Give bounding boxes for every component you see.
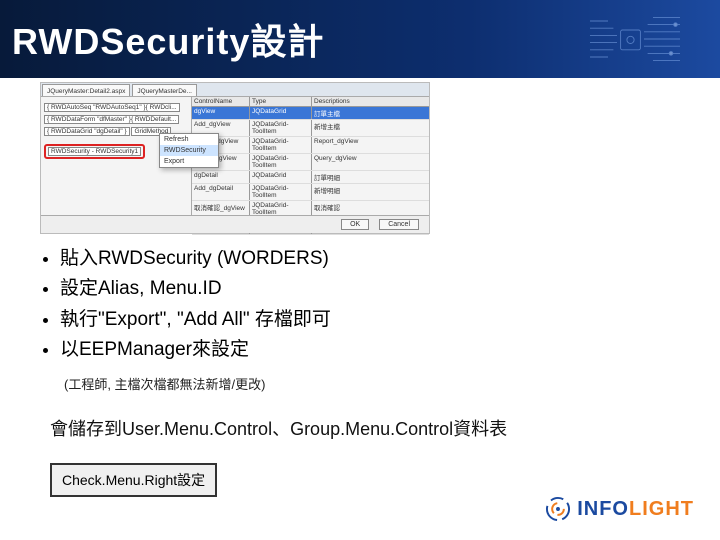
page-title: RWDSecurity設計 xyxy=(12,13,324,65)
table-row[interactable]: Add_dgViewJQDataGrid-ToolItem新增主檔 xyxy=(192,120,429,137)
bullet-list: 貼入RWDSecurity (WORDERS) 設定Alias, Menu.ID… xyxy=(0,234,720,372)
editor-tabs: JQueryMaster:Detail2.aspx JQueryMasterDe… xyxy=(41,83,429,97)
table-row[interactable]: dgViewJQDataGrid訂單主檔 xyxy=(192,107,429,120)
cancel-button[interactable]: Cancel xyxy=(379,219,419,230)
component-chip[interactable]: { RWDDataGrid "dgDetail" } xyxy=(44,127,130,136)
slide-header: RWDSecurity設計 xyxy=(0,0,720,78)
rwdsecurity-component[interactable]: RWDSecurity - RWDSecurity1 xyxy=(48,147,141,156)
table-row[interactable]: Report_dgViewJQDataGrid-ToolItemReport_d… xyxy=(192,137,429,154)
ctx-rwdsecurity[interactable]: RWDSecurity xyxy=(160,145,218,156)
table-row[interactable]: Add_dgDetailJQDataGrid-ToolItem新增明細 xyxy=(192,184,429,201)
chip-decoration xyxy=(580,12,690,66)
editor-tab[interactable]: JQueryMasterDe... xyxy=(132,84,197,96)
component-chip[interactable]: { RWDAutoSeq "RWDAutoSeq1" }{ RWDcli... xyxy=(44,103,180,112)
app-screenshot: JQueryMaster:Detail2.aspx JQueryMasterDe… xyxy=(40,82,430,234)
component-chip[interactable]: { RWDDataForm "dfMaster" }{ RWDDefault..… xyxy=(44,115,179,124)
bullet-item: 貼入RWDSecurity (WORDERS) xyxy=(60,244,720,274)
col-header[interactable]: ControlName xyxy=(192,97,250,106)
bullet-item: 以EEPManager來設定 xyxy=(60,335,720,365)
bullet-item: 設定Alias, Menu.ID xyxy=(60,274,720,304)
table-row[interactable]: dgDetailJQDataGrid訂單明細 xyxy=(192,171,429,184)
logo-text-info: INFO xyxy=(577,498,629,520)
infolight-logo: INFOLIGHT xyxy=(545,496,694,522)
storage-note: 會儲存到User.Menu.Control、Group.Menu.Control… xyxy=(0,415,720,441)
rwdsecurity-highlight: RWDSecurity - RWDSecurity1 xyxy=(44,144,145,159)
table-row[interactable]: Query_dgViewJQDataGrid-ToolItemQuery_dgV… xyxy=(192,154,429,171)
context-menu: Refresh RWDSecurity Export xyxy=(159,133,219,168)
logo-icon xyxy=(545,496,571,522)
footer: INFOLIGHT xyxy=(0,496,720,540)
col-header[interactable]: Descriptions xyxy=(312,97,429,106)
editor-tab[interactable]: JQueryMaster:Detail2.aspx xyxy=(42,84,130,96)
bullet-item: 執行"Export", "Add All" 存檔即可 xyxy=(60,305,720,335)
engineer-note: (工程師, 主檔次檔都無法新增/更改) xyxy=(0,374,720,393)
ctx-refresh[interactable]: Refresh xyxy=(160,134,218,145)
export-grid: ControlName Type Descriptions dgViewJQDa… xyxy=(191,97,429,215)
check-menu-right-button[interactable]: Check.Menu.Right設定 xyxy=(50,463,217,497)
logo-text-light: LIGHT xyxy=(629,498,694,520)
ok-button[interactable]: OK xyxy=(341,219,369,230)
ctx-export[interactable]: Export xyxy=(160,156,218,167)
col-header[interactable]: Type xyxy=(250,97,312,106)
